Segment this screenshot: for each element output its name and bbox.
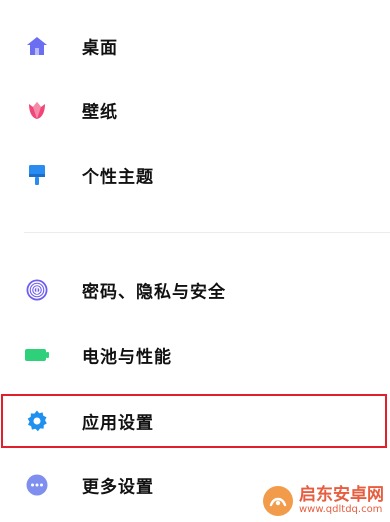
settings-item-label: 密码、隐私与安全 (82, 282, 226, 303)
battery-icon (24, 342, 50, 368)
section-divider (24, 232, 390, 233)
settings-item-label: 应用设置 (82, 413, 154, 434)
more-dots-icon (24, 472, 50, 498)
settings-page: 桌面 壁纸 个性主题 密码、隐私与安全 电池与性能 应用设置 更多设置 启东安卓… (0, 0, 390, 522)
settings-item-label: 电池与性能 (82, 347, 172, 368)
paintbrush-icon (24, 162, 50, 188)
gear-icon (24, 408, 50, 434)
home-icon (24, 33, 50, 59)
settings-item-label: 个性主题 (82, 167, 154, 188)
settings-item-label: 壁纸 (82, 102, 118, 123)
settings-item-home[interactable]: 桌面 (0, 16, 390, 76)
settings-item-app-settings[interactable]: 应用设置 (0, 391, 390, 451)
tulip-icon (24, 97, 50, 123)
settings-item-battery-performance[interactable]: 电池与性能 (0, 325, 390, 385)
fingerprint-icon (24, 277, 50, 303)
settings-item-label: 更多设置 (82, 477, 154, 498)
site-watermark: 启东安卓网 www.qdltdq.com (263, 486, 384, 516)
watermark-url: www.qdltdq.com (299, 503, 383, 515)
settings-item-label: 桌面 (82, 38, 118, 59)
settings-item-themes[interactable]: 个性主题 (0, 145, 390, 205)
settings-item-wallpaper[interactable]: 壁纸 (0, 80, 390, 140)
watermark-title: 启东安卓网 (299, 484, 384, 505)
watermark-logo-icon (263, 486, 293, 516)
settings-item-privacy-security[interactable]: 密码、隐私与安全 (0, 260, 390, 320)
